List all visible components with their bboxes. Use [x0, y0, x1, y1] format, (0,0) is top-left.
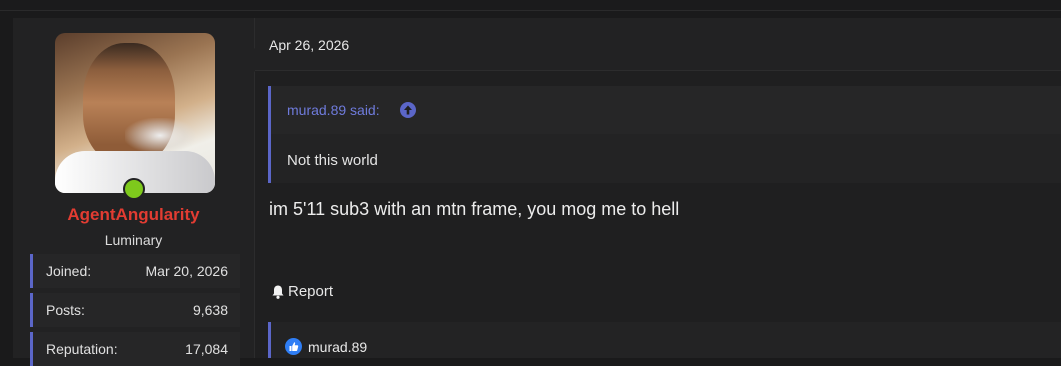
- post-pointer-arrow: [241, 48, 255, 72]
- online-status-icon: [123, 178, 145, 200]
- post-date[interactable]: Apr 26, 2026: [269, 37, 349, 53]
- post: Apr 26, 2026 murad.89 said: Not this wor…: [255, 18, 1061, 358]
- arrow-up-circle-icon[interactable]: [400, 102, 416, 118]
- avatar-smoke: [125, 118, 195, 153]
- quote-text: Not this world: [287, 152, 378, 169]
- stat-label: Reputation:: [46, 341, 118, 357]
- like-icon: [285, 338, 302, 355]
- reactions-bar: murad.89: [268, 322, 1061, 358]
- avatar[interactable]: [55, 33, 215, 193]
- top-strip: [0, 0, 1061, 11]
- quote-header: murad.89 said:: [271, 86, 1061, 134]
- stat-value: Mar 20, 2026: [145, 263, 229, 279]
- post-message: im 5'11 sub3 with an mtn frame, you mog …: [269, 199, 680, 219]
- stat-posts: Posts: 9,638: [30, 293, 240, 327]
- user-panel: AgentAngularity Luminary Joined: Mar 20,…: [13, 18, 255, 366]
- quote-block: murad.89 said: Not this world: [268, 86, 1061, 183]
- stat-value[interactable]: 9,638: [193, 302, 228, 318]
- quote-author-link[interactable]: murad.89 said:: [287, 102, 380, 118]
- post-header: Apr 26, 2026: [255, 18, 1061, 71]
- stat-value: 17,084: [185, 341, 228, 357]
- stat-joined: Joined: Mar 20, 2026: [30, 254, 240, 288]
- reaction-user-link[interactable]: murad.89: [308, 339, 367, 355]
- user-title: Luminary: [104, 232, 163, 248]
- report-button[interactable]: Report: [270, 283, 333, 300]
- stat-label: Posts:: [46, 302, 85, 318]
- username[interactable]: AgentAngularity: [13, 205, 254, 225]
- stat-label: Joined:: [46, 263, 92, 279]
- stat-reputation: Reputation: 17,084: [30, 332, 240, 366]
- report-label: Report: [288, 283, 334, 300]
- bell-icon: [272, 285, 284, 299]
